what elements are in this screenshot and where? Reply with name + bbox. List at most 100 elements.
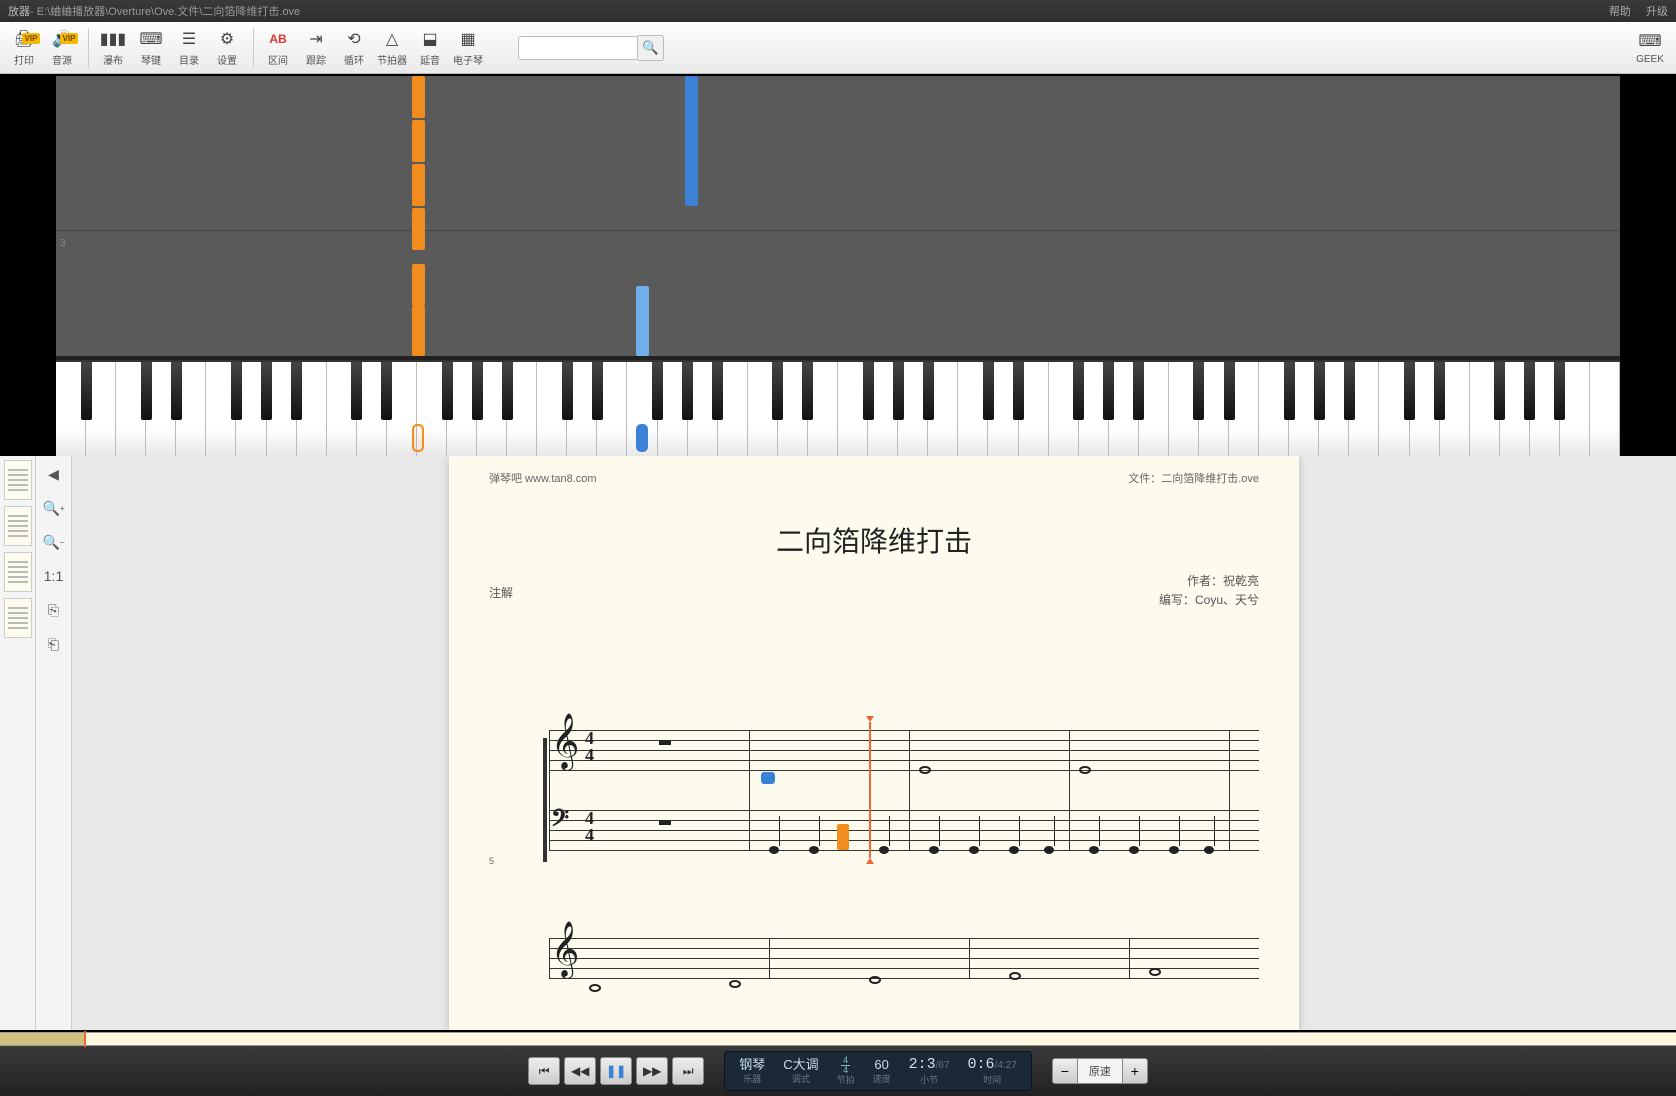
rewind-button[interactable]: ◀◀ <box>564 1057 596 1085</box>
follow-button[interactable]: ⇥ 跟踪 <box>298 24 334 72</box>
speed-down-button[interactable]: − <box>1052 1058 1078 1084</box>
black-key[interactable] <box>863 362 874 420</box>
black-key[interactable] <box>1554 362 1565 420</box>
black-key[interactable] <box>442 362 453 420</box>
settings-button[interactable]: ⚙ 设置 <box>209 24 245 72</box>
white-key[interactable] <box>1590 362 1620 456</box>
zoom-out-button[interactable]: 🔍− <box>42 530 66 554</box>
black-key[interactable] <box>652 362 663 420</box>
search-button[interactable]: 🔍 <box>638 35 664 61</box>
section-button[interactable]: AB 区间 <box>260 24 296 72</box>
zoom-in-button[interactable]: 🔍+ <box>42 496 66 520</box>
black-key[interactable] <box>381 362 392 420</box>
black-key[interactable] <box>291 362 302 420</box>
black-key[interactable] <box>1314 362 1325 420</box>
time-signature: 44 <box>585 810 594 844</box>
upgrade-menu[interactable]: 升级 <box>1646 6 1668 18</box>
staff-system: 𝄞 <box>489 928 1259 1030</box>
score-site-label: 弹琴吧 www.tan8.com <box>489 470 597 486</box>
black-key[interactable] <box>81 362 92 420</box>
playback-cursor <box>869 722 871 858</box>
black-key[interactable] <box>562 362 573 420</box>
loop-button[interactable]: ⟲ 循环 <box>336 24 372 72</box>
black-key[interactable] <box>472 362 483 420</box>
black-key[interactable] <box>1284 362 1295 420</box>
black-key[interactable] <box>682 362 693 420</box>
thumbnail-page[interactable] <box>4 506 32 546</box>
last-button[interactable]: ⏭ <box>672 1057 704 1085</box>
collapse-button[interactable]: ◀ <box>42 462 66 486</box>
score-scroll[interactable]: 弹琴吧 www.tan8.com 文件：二向箔降维打击.ove 二向箔降维打击 … <box>72 456 1676 1030</box>
black-key[interactable] <box>231 362 242 420</box>
first-button[interactable]: ⏮ <box>528 1057 560 1085</box>
black-key[interactable] <box>261 362 272 420</box>
waterfall-view[interactable]: 3 ▶ ▶ <box>56 76 1620 356</box>
black-key[interactable] <box>1494 362 1505 420</box>
black-key[interactable] <box>712 362 723 420</box>
page-thumbnails[interactable] <box>0 456 36 1030</box>
status-tempo[interactable]: 60 速度 <box>873 1057 891 1086</box>
metronome-icon: △ <box>380 28 404 50</box>
page-button[interactable]: ⎗ <box>42 632 66 656</box>
score-credits: 作者：祝乾亮 编写：Coyu、天兮 <box>1159 572 1259 610</box>
black-key[interactable] <box>1434 362 1445 420</box>
export-button[interactable]: ⎘ <box>42 598 66 622</box>
black-key[interactable] <box>1524 362 1535 420</box>
black-key[interactable] <box>141 362 152 420</box>
status-key[interactable]: C大调 调式 <box>783 1057 818 1086</box>
transport-controls: ⏮ ◀◀ ❚❚ ▶▶ ⏭ <box>528 1057 704 1085</box>
measure-number: 5 <box>489 856 494 866</box>
pause-button[interactable]: ❚❚ <box>600 1057 632 1085</box>
note <box>1204 846 1214 854</box>
black-key[interactable] <box>1103 362 1114 420</box>
timeline[interactable] <box>0 1032 1676 1046</box>
black-key[interactable] <box>802 362 813 420</box>
thumbnail-page[interactable] <box>4 598 32 638</box>
timeline-cursor[interactable] <box>84 1031 86 1047</box>
sustain-button[interactable]: ⬓ 延音 <box>412 24 448 72</box>
geek-button[interactable]: ⌨ GEEK <box>1632 24 1668 72</box>
geek-icon: ⌨ <box>1638 30 1662 52</box>
black-key[interactable] <box>1404 362 1415 420</box>
help-menu[interactable]: 帮助 <box>1609 6 1631 18</box>
piano-keyboard[interactable] <box>56 360 1620 456</box>
thumbnail-page[interactable] <box>4 460 32 500</box>
treble-clef: 𝄞 <box>551 714 579 770</box>
speed-value[interactable]: 原速 <box>1078 1058 1122 1084</box>
epiano-button[interactable]: ▦ 电子琴 <box>450 24 486 72</box>
black-key[interactable] <box>893 362 904 420</box>
search-input[interactable] <box>518 36 638 60</box>
black-key[interactable] <box>1013 362 1024 420</box>
black-key[interactable] <box>1133 362 1144 420</box>
black-key[interactable] <box>171 362 182 420</box>
black-key[interactable] <box>1344 362 1355 420</box>
black-key[interactable] <box>1073 362 1084 420</box>
score-page: 弹琴吧 www.tan8.com 文件：二向箔降维打击.ove 二向箔降维打击 … <box>449 456 1299 1030</box>
black-key[interactable] <box>1224 362 1235 420</box>
note <box>1009 972 1021 980</box>
thumbnail-page[interactable] <box>4 552 32 592</box>
keyboard-panel <box>56 356 1620 456</box>
waterfall-button[interactable]: ▮▮▮ 瀑布 <box>95 24 131 72</box>
falling-note <box>412 76 425 118</box>
catalog-button[interactable]: ☰ 目录 <box>171 24 207 72</box>
black-key[interactable] <box>351 362 362 420</box>
black-key[interactable] <box>1193 362 1204 420</box>
print-button[interactable]: 🖨VIP 打印 <box>6 24 42 72</box>
black-key[interactable] <box>772 362 783 420</box>
note <box>769 846 779 854</box>
metronome-button[interactable]: △ 节拍器 <box>374 24 410 72</box>
sound-button[interactable]: 🔊VIP 音源 <box>44 24 80 72</box>
black-key[interactable] <box>983 362 994 420</box>
bass-staff <box>549 810 1259 850</box>
fit-button[interactable]: 1:1 <box>42 564 66 588</box>
keys-button[interactable]: ⌨ 琴键 <box>133 24 169 72</box>
forward-button[interactable]: ▶▶ <box>636 1057 668 1085</box>
black-key[interactable] <box>502 362 513 420</box>
black-key[interactable] <box>592 362 603 420</box>
status-beat[interactable]: 44 节拍 <box>837 1056 855 1087</box>
speed-up-button[interactable]: + <box>1122 1058 1148 1084</box>
playback-bar: ⏮ ◀◀ ❚❚ ▶▶ ⏭ 钢琴 乐器 C大调 调式 44 节拍 60 速度 2:… <box>0 1046 1676 1096</box>
status-instrument[interactable]: 钢琴 乐器 <box>739 1057 765 1086</box>
black-key[interactable] <box>923 362 934 420</box>
